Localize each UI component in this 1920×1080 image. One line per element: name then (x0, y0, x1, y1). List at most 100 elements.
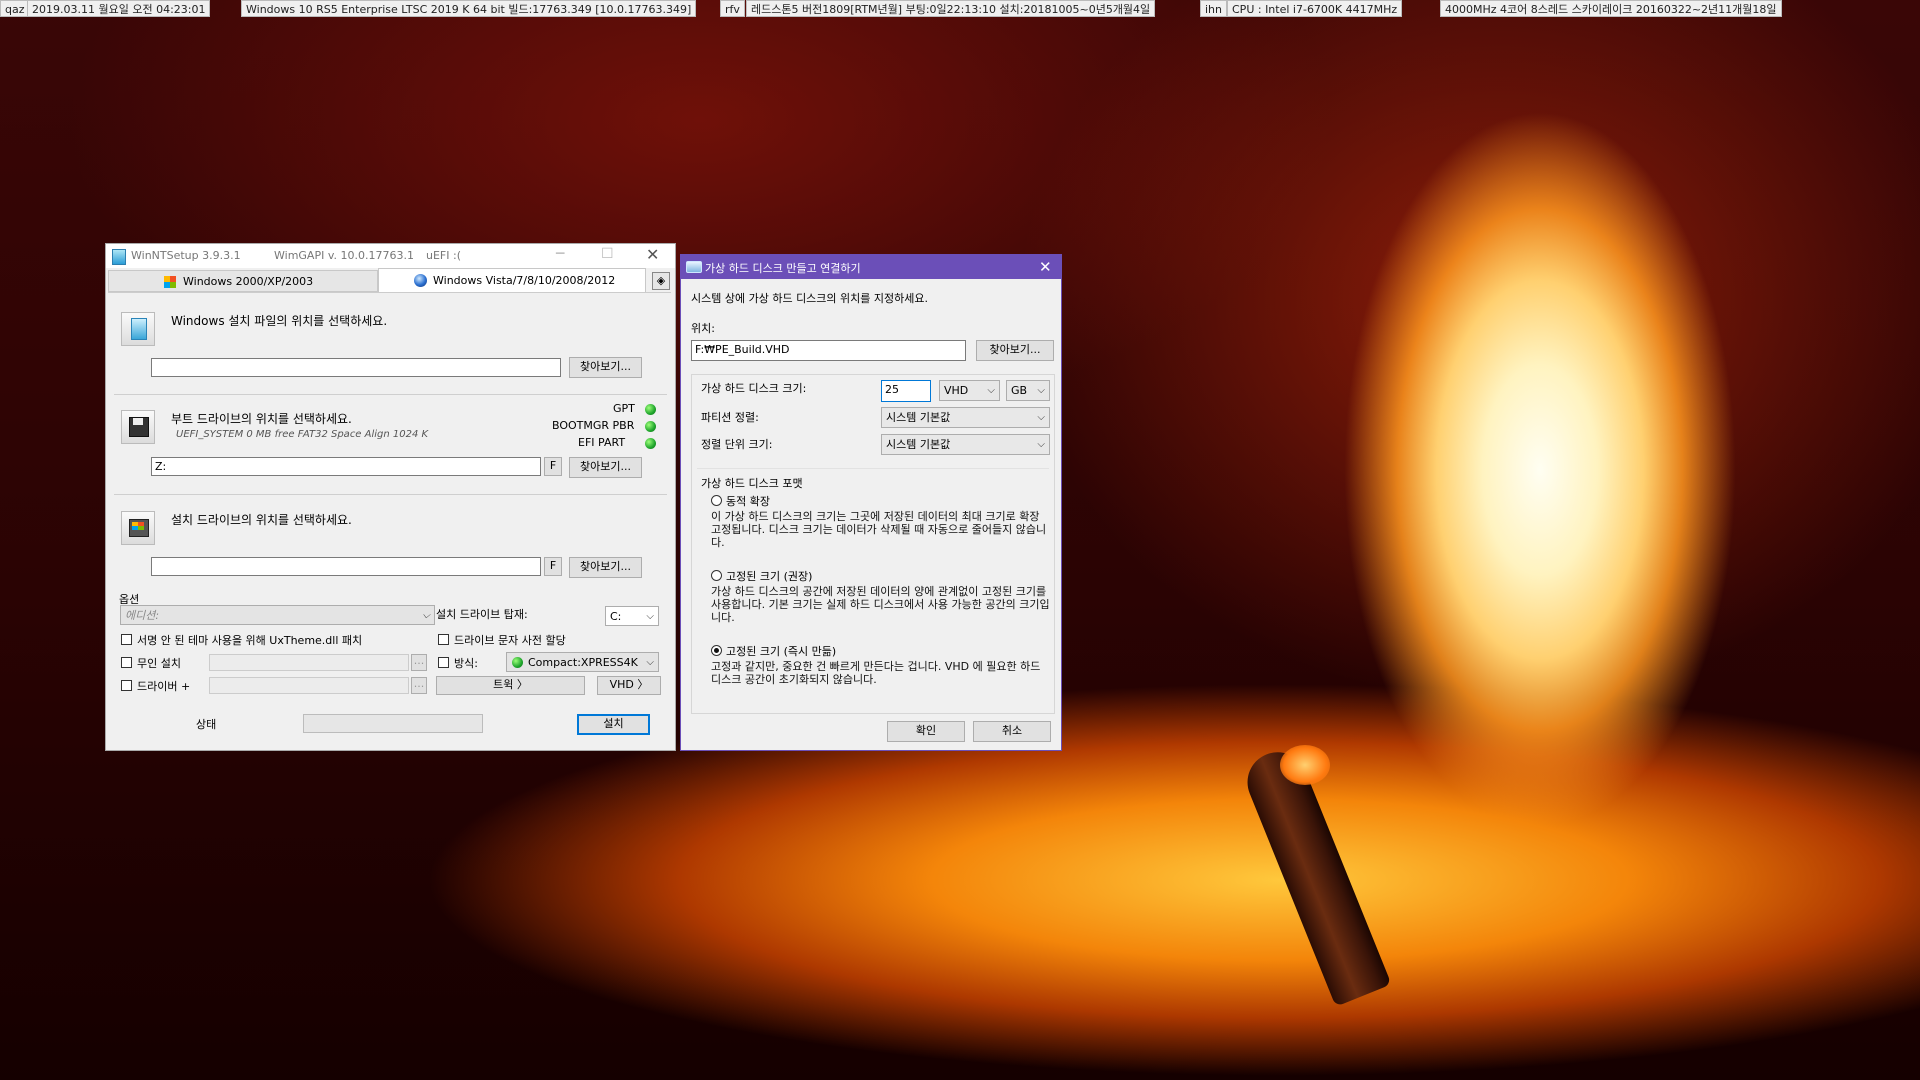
dynamic-radio[interactable] (711, 495, 722, 506)
drive-letter-select[interactable]: C: ⌵ (605, 606, 659, 626)
boot-drive-input[interactable]: Z: (151, 457, 541, 476)
windows-xp-logo-icon (164, 276, 176, 288)
vhd-unit-value: GB (1011, 384, 1028, 397)
compact-mode-select[interactable]: Compact:XPRESS4K ⌵ (506, 652, 659, 672)
edition-select[interactable]: 에디션: ⌵ (120, 605, 435, 625)
mode-checkbox[interactable] (438, 657, 449, 668)
status-label: 상태 (196, 718, 217, 731)
winntsetup-titlebar: WinNTSetup 3.9.3.1 WimGAPI v. 10.0.17763… (106, 244, 675, 268)
fixed-label: 고정된 크기 (권장) (726, 570, 813, 583)
wimgapi-version: WimGAPI v. 10.0.17763.1 (274, 249, 414, 262)
tab-windows-xp[interactable]: Windows 2000/XP/2003 (108, 270, 378, 292)
uxtheme-checkbox[interactable] (121, 634, 132, 645)
boot-drive-icon (121, 410, 155, 444)
chevron-down-icon: ⌵ (646, 611, 654, 622)
info-cpu-detail: 4000MHz 4코어 8스레드 스카이레이크 20160322~2년11개월1… (1440, 0, 1782, 17)
drivers-browse-button[interactable]: ... (411, 677, 427, 694)
close-button[interactable]: ✕ (1039, 258, 1052, 276)
preassign-checkbox[interactable] (438, 634, 449, 645)
install-drive-mount-label: 설치 드라이브 탑재: (436, 608, 528, 621)
mode-label: 방식: (454, 657, 478, 670)
tab-label: Windows 2000/XP/2003 (183, 275, 314, 288)
unattended-browse-button[interactable]: ... (411, 654, 427, 671)
boot-heading: 부트 드라이브의 위치를 선택하세요. (171, 412, 352, 426)
efi-part-status-icon (645, 438, 656, 449)
cancel-button[interactable]: 취소 (973, 721, 1051, 742)
gpt-status-icon (645, 404, 656, 415)
unattended-label: 무인 설치 (137, 657, 181, 670)
dynamic-description: 이 가상 하드 디스크의 크기는 그곳에 저장된 데이터의 최대 크기로 확장 … (711, 510, 1047, 549)
cluster-size-select[interactable]: 시스템 기본값 ⌵ (881, 434, 1050, 455)
unattended-checkbox[interactable] (121, 657, 132, 668)
vhd-browse-button[interactable]: 찾아보기... (976, 340, 1054, 361)
dynamic-label: 동적 확장 (726, 495, 770, 508)
boot-drive-format-button[interactable]: F (544, 457, 562, 476)
browse-boot-button[interactable]: 찾아보기... (569, 457, 642, 478)
tweaks-button[interactable]: 트윅 〉 (436, 676, 585, 695)
partition-align-value: 시스템 기본값 (886, 411, 951, 424)
partition-align-select[interactable]: 시스템 기본값 ⌵ (881, 407, 1050, 428)
vhd-dialog-title: 가상 하드 디스크 만들고 연결하기 (705, 262, 861, 275)
cluster-size-value: 시스템 기본값 (886, 438, 951, 451)
install-drive-format-button[interactable]: F (544, 557, 562, 576)
info-cpu: CPU : Intel i7-6700K 4417MHz (1227, 0, 1403, 17)
chevron-down-icon: ⌵ (987, 385, 995, 396)
info-os: Windows 10 RS5 Enterprise LTSC 2019 K 64… (241, 0, 697, 17)
browse-install-button[interactable]: 찾아보기... (569, 557, 642, 578)
chevron-down-icon: ⌵ (1037, 439, 1045, 450)
tools-menu-icon[interactable]: ◈ (652, 272, 670, 290)
compact-status-icon (512, 657, 523, 668)
vhd-location-input[interactable]: F:₩PE_Build.VHD (691, 340, 966, 361)
maximize-button[interactable]: ☐ (601, 246, 614, 262)
partition-label: 파티션 정렬: (701, 411, 759, 424)
vhd-button[interactable]: VHD 〉 (597, 676, 661, 695)
location-label: 위치: (691, 322, 715, 335)
cluster-label: 정렬 단위 크기: (701, 438, 773, 451)
drivers-checkbox[interactable] (121, 680, 132, 691)
fixed-radio[interactable] (711, 570, 722, 581)
preassign-label: 드라이브 문자 사전 할당 (454, 634, 566, 647)
source-path-input[interactable] (151, 358, 561, 377)
install-drive-input[interactable] (151, 557, 541, 576)
vhd-icon (686, 261, 702, 273)
minimize-button[interactable]: ─ (556, 246, 564, 262)
vhd-size-input[interactable]: 25 (881, 380, 931, 402)
chevron-down-icon: ⌵ (422, 610, 430, 621)
wick-ember (1280, 745, 1330, 785)
ok-button[interactable]: 확인 (887, 721, 965, 742)
tab-windows-vista[interactable]: Windows Vista/7/8/10/2008/2012 (378, 268, 646, 292)
gpt-label: GPT (613, 402, 635, 415)
fast-fixed-label: 고정된 크기 (즉시 만듦) (726, 645, 837, 658)
source-files-icon (121, 312, 155, 346)
install-heading: 설치 드라이브의 위치를 선택하세요. (171, 513, 352, 527)
browse-source-button[interactable]: 찾아보기... (569, 357, 642, 378)
window-title: WinNTSetup 3.9.3.1 (131, 249, 241, 262)
uxtheme-label: 서명 안 된 테마 사용을 위해 UxTheme.dll 패치 (137, 634, 363, 647)
winntsetup-window: WinNTSetup 3.9.3.1 WimGAPI v. 10.0.17763… (105, 243, 676, 751)
unattended-path-input[interactable] (209, 654, 409, 671)
vhd-dialog-titlebar: 가상 하드 디스크 만들고 연결하기 ✕ (681, 255, 1061, 279)
close-button[interactable]: ✕ (646, 245, 659, 264)
chevron-down-icon: ⌵ (1037, 385, 1045, 396)
vhd-type-select[interactable]: VHD ⌵ (939, 380, 1000, 401)
fast-fixed-radio[interactable] (711, 645, 722, 656)
info-uptime: 레드스톤5 버전1809[RTM년월] 부팅:0일22:13:10 설치:201… (746, 0, 1156, 17)
tab-label: Windows Vista/7/8/10/2008/2012 (433, 274, 616, 287)
drivers-path-input[interactable] (209, 677, 409, 694)
install-button[interactable]: 설치 (577, 714, 650, 735)
drivers-label: 드라이버 + (137, 680, 191, 693)
boot-drive-info: UEFI_SYSTEM 0 MB free FAT32 Space Align … (176, 429, 429, 440)
info-tag: ihn (1200, 0, 1227, 17)
install-drive-icon (121, 511, 155, 545)
vhd-dialog: 가상 하드 디스크 만들고 연결하기 ✕ 시스템 상에 가상 하드 디스크의 위… (680, 254, 1062, 751)
vhd-unit-select[interactable]: GB ⌵ (1006, 380, 1050, 401)
chevron-down-icon: ⌵ (646, 657, 654, 668)
fixed-description: 가상 하드 디스크의 공간에 저장된 데이터의 양에 관계없이 고정된 크기를 … (711, 585, 1050, 624)
app-icon (112, 249, 126, 265)
info-datetime: 2019.03.11 월요일 오전 04:23:01 (27, 0, 211, 17)
windows-vista-orb-icon (414, 274, 427, 287)
format-group-label: 가상 하드 디스크 포맷 (701, 477, 803, 490)
bootmgr-label: BOOTMGR PBR (552, 419, 635, 432)
edition-placeholder: 에디션: (125, 609, 160, 622)
fast-fixed-description: 고정과 같지만, 중요한 건 빠르게 만든다는 겁니다. VHD 에 필요한 하… (711, 660, 1041, 686)
